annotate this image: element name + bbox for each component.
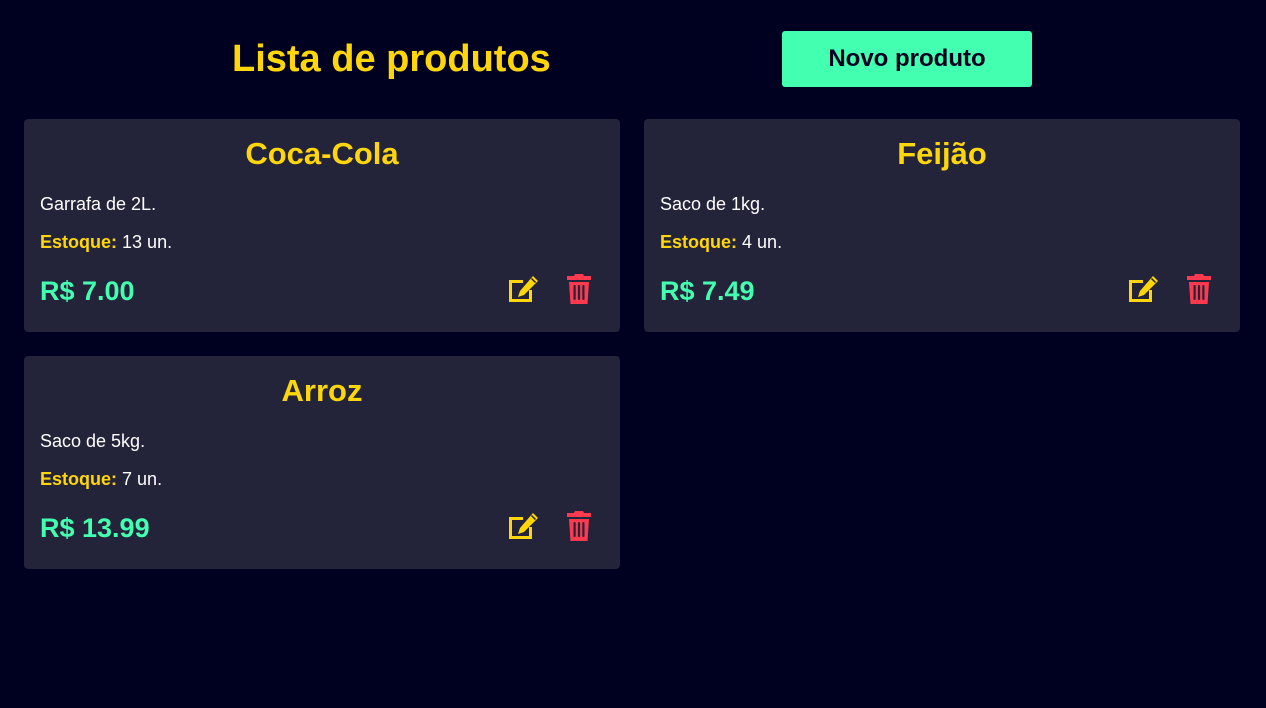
edit-button[interactable] xyxy=(1126,272,1160,306)
product-description: Garrafa de 2L. xyxy=(40,194,157,214)
product-price: R$ 13.99 xyxy=(40,513,150,543)
edit-icon xyxy=(1129,276,1158,302)
stock-label: Estoque: xyxy=(660,232,738,252)
product-stock: Estoque: 7 un. xyxy=(40,468,162,490)
delete-button[interactable] xyxy=(562,272,596,306)
product-actions xyxy=(506,509,596,543)
stock-value: 13 un. xyxy=(122,232,173,252)
product-stock: Estoque: 4 un. xyxy=(660,231,782,253)
trash-icon xyxy=(567,274,591,304)
new-product-button[interactable]: Novo produto xyxy=(782,31,1032,87)
product-actions xyxy=(1126,272,1216,306)
product-name: Arroz xyxy=(281,373,363,408)
product-description: Saco de 5kg. xyxy=(40,431,146,451)
page-header: Lista de produtos Novo produto xyxy=(0,0,1266,118)
edit-icon xyxy=(509,276,538,302)
edit-icon xyxy=(509,513,538,539)
product-description: Saco de 1kg. xyxy=(660,194,766,214)
page-title: Lista de produtos xyxy=(232,38,551,80)
edit-button[interactable] xyxy=(506,272,540,306)
delete-button[interactable] xyxy=(562,509,596,543)
product-stock: Estoque: 13 un. xyxy=(40,231,172,253)
delete-button[interactable] xyxy=(1182,272,1216,306)
stock-value: 4 un. xyxy=(742,232,783,252)
product-actions xyxy=(506,272,596,306)
trash-icon xyxy=(567,511,591,541)
product-price: R$ 7.49 xyxy=(660,276,755,306)
product-card: Arroz Saco de 5kg. Estoque: 7 un. R$ 13.… xyxy=(24,356,620,569)
stock-value: 7 un. xyxy=(122,469,163,489)
stock-label: Estoque: xyxy=(40,469,118,489)
product-name: Feijão xyxy=(897,136,987,171)
edit-button[interactable] xyxy=(506,509,540,543)
product-price: R$ 7.00 xyxy=(40,276,135,306)
trash-icon xyxy=(1187,274,1211,304)
product-name: Coca-Cola xyxy=(245,136,399,171)
product-card: Feijão Saco de 1kg. Estoque: 4 un. R$ 7.… xyxy=(644,119,1240,332)
product-card: Coca-Cola Garrafa de 2L. Estoque: 13 un.… xyxy=(24,119,620,332)
product-grid: Coca-Cola Garrafa de 2L. Estoque: 13 un.… xyxy=(24,119,1240,569)
stock-label: Estoque: xyxy=(40,232,118,252)
